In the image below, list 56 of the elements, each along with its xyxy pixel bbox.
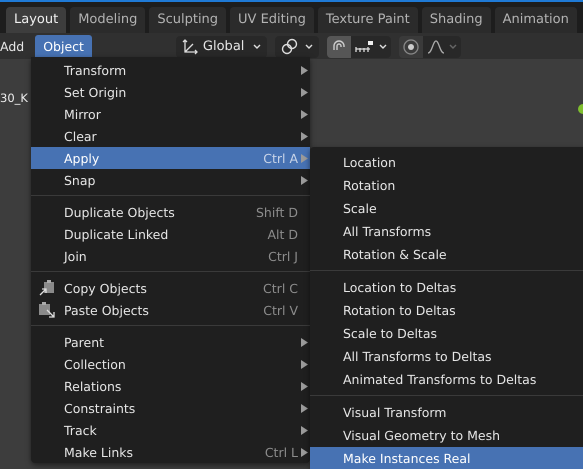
menu-item[interactable]: All Transforms to Deltas bbox=[310, 345, 583, 368]
caret-icon bbox=[252, 42, 262, 50]
workspace-tab[interactable]: Modeling bbox=[70, 7, 146, 33]
menu-item[interactable]: Copy Objects Ctrl C bbox=[31, 277, 310, 299]
vertex-icon bbox=[575, 103, 583, 115]
target-icon bbox=[402, 38, 420, 56]
snap-type-dropdown[interactable] bbox=[351, 36, 392, 58]
workspace-tab[interactable]: Animation bbox=[494, 7, 577, 33]
menu-item[interactable]: Rotation & Scale bbox=[310, 243, 583, 266]
menu-item[interactable]: All Transforms bbox=[310, 220, 583, 243]
workspace-tab[interactable]: UV Editing bbox=[230, 7, 314, 33]
menu-item[interactable]: Join Ctrl J bbox=[31, 245, 310, 267]
paste-icon bbox=[38, 301, 56, 319]
menu-item[interactable]: Scale bbox=[310, 197, 583, 220]
menu-item[interactable]: Location to Deltas bbox=[310, 276, 583, 299]
menu-item[interactable]: Apply Ctrl A bbox=[31, 147, 310, 169]
menu-item[interactable]: Scale to Deltas bbox=[310, 322, 583, 345]
menu-item[interactable]: Duplicate Linked Alt D bbox=[31, 223, 310, 245]
axes-icon bbox=[180, 38, 199, 56]
caret-icon bbox=[304, 42, 314, 50]
snap-toggle[interactable] bbox=[327, 36, 352, 58]
copy-icon bbox=[38, 279, 56, 297]
menu-item[interactable]: Transform bbox=[31, 59, 310, 81]
caret-icon bbox=[378, 42, 388, 50]
menu-item[interactable]: Mirror bbox=[31, 103, 310, 125]
pivot-dropdown[interactable] bbox=[275, 36, 320, 58]
header-menu[interactable]: Object bbox=[35, 35, 92, 58]
header-menu[interactable]: Add bbox=[0, 35, 32, 58]
falloff-dropdown[interactable] bbox=[423, 36, 462, 58]
menu-item[interactable]: Paste Objects Ctrl V bbox=[31, 299, 310, 321]
menu-item[interactable]: Rotation to Deltas bbox=[310, 299, 583, 322]
menu-item[interactable]: Make Links Ctrl L bbox=[31, 441, 310, 463]
menu-item[interactable]: Make Instances Real bbox=[310, 447, 583, 469]
proportional-toggle[interactable] bbox=[399, 36, 424, 58]
menu-item[interactable]: Relations bbox=[31, 375, 310, 397]
menu-item[interactable]: Parent bbox=[31, 331, 310, 353]
menu-item[interactable]: Track bbox=[31, 419, 310, 441]
caret-icon bbox=[448, 42, 458, 50]
object-name: 30_K bbox=[0, 91, 28, 105]
menu-item[interactable]: Location bbox=[310, 151, 583, 174]
menu-item[interactable]: Animated Transforms to Deltas bbox=[310, 368, 583, 391]
menu-item[interactable]: Rotation bbox=[310, 174, 583, 197]
menu-item[interactable]: Visual Geometry to Mesh bbox=[310, 424, 583, 447]
menu-item[interactable]: Snap bbox=[31, 169, 310, 191]
menu-item[interactable]: Constraints bbox=[31, 397, 310, 419]
menu-item[interactable]: Visual Transform bbox=[310, 401, 583, 424]
menu-item[interactable]: Set Origin bbox=[31, 81, 310, 103]
workspace-tab[interactable]: Layout bbox=[6, 7, 66, 33]
menu-item[interactable]: Duplicate Objects Shift D bbox=[31, 201, 310, 223]
workspace-tab[interactable]: Sculpting bbox=[149, 7, 226, 33]
workspace-tab[interactable]: Shading bbox=[422, 7, 491, 33]
menu-item[interactable]: Collection bbox=[31, 353, 310, 375]
orientation-dropdown[interactable]: Global bbox=[176, 36, 268, 58]
workspace-tab[interactable]: Texture Paint bbox=[318, 7, 418, 33]
curve-icon bbox=[426, 38, 446, 54]
menu-item[interactable]: Clear bbox=[31, 125, 310, 147]
